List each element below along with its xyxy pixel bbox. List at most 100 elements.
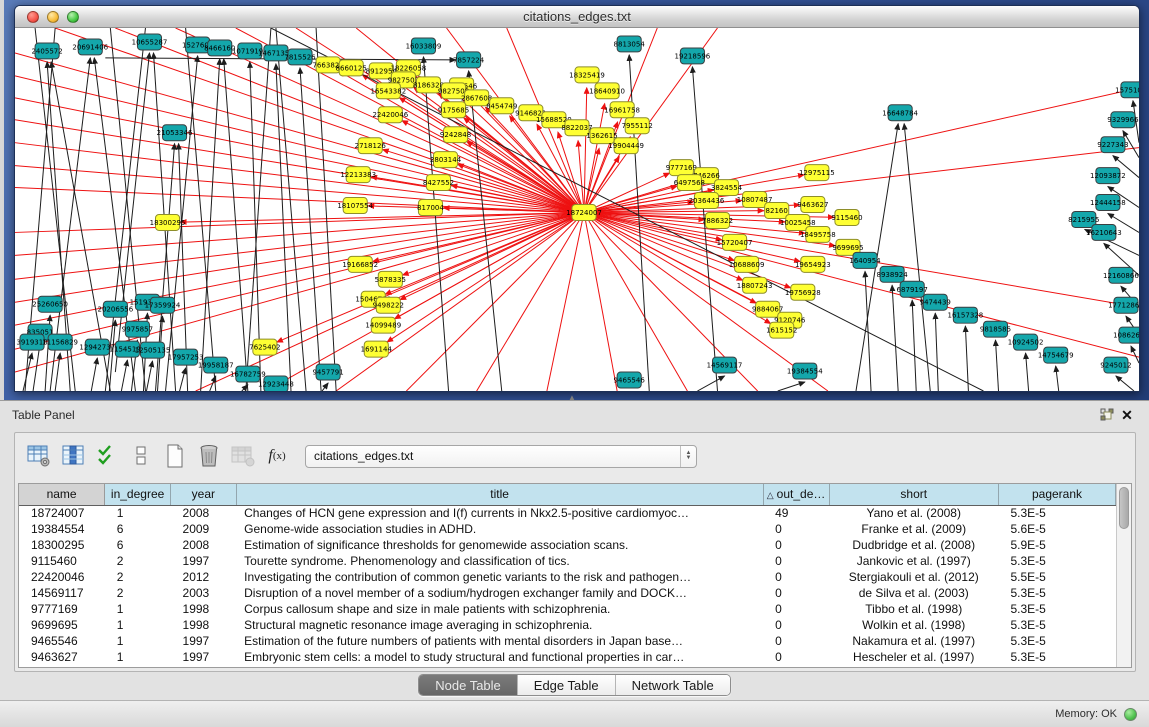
table-scrollbar[interactable] (1116, 484, 1131, 667)
cell-title[interactable]: Embryonic stem cells: a model to study s… (236, 649, 763, 665)
select-columns-icon[interactable] (59, 442, 87, 470)
cell-out_degree[interactable]: 0 (763, 649, 829, 665)
network-node[interactable]: 817004 (417, 200, 444, 216)
network-node[interactable]: 21053346 (157, 125, 193, 141)
cell-year[interactable]: 2008 (171, 537, 237, 553)
network-node[interactable]: 6497568 (674, 175, 705, 191)
cell-title[interactable]: Tourette syndrome. Phenomenology and cla… (236, 553, 763, 569)
cell-year[interactable]: 2009 (171, 521, 237, 537)
cell-out_degree[interactable]: 0 (763, 585, 829, 601)
network-node[interactable]: 18300295 (150, 214, 186, 230)
table-row[interactable]: 911546021997Tourette syndrome. Phenomeno… (19, 553, 1116, 569)
table-row[interactable]: 1456911722003Disruption of a novel membe… (19, 585, 1116, 601)
cell-short[interactable]: Hescheler et al. (1997) (829, 649, 998, 665)
network-node[interactable]: 19654923 (795, 256, 831, 272)
table-row[interactable]: 1938455462009Genome-wide association stu… (19, 521, 1116, 537)
network-node[interactable]: 14569117 (707, 357, 743, 373)
table-row[interactable]: 946554611997Estimation of the future num… (19, 633, 1116, 649)
cell-in_degree[interactable]: 6 (105, 521, 171, 537)
table-selector[interactable]: citations_edges.txt ▲▼ (305, 445, 697, 468)
cell-out_degree[interactable]: 0 (763, 633, 829, 649)
cell-pagerank[interactable]: 5.3E-5 (998, 553, 1115, 569)
tab-edge-table[interactable]: Edge Table (518, 675, 616, 695)
cell-name[interactable]: 14569117 (19, 585, 105, 601)
network-node[interactable]: 9474439 (920, 294, 951, 310)
network-node[interactable]: 16648784 (882, 105, 918, 121)
network-node[interactable]: 82160 (765, 203, 789, 219)
cell-title[interactable]: Genome-wide association studies in ADHD. (236, 521, 763, 537)
network-node[interactable]: 9457791 (312, 364, 343, 380)
network-node[interactable]: 10862688 (1113, 327, 1139, 343)
cell-pagerank[interactable]: 5.3E-5 (998, 649, 1115, 665)
cell-year[interactable]: 1997 (171, 553, 237, 569)
cell-title[interactable]: Corpus callosum shape and size in male p… (236, 601, 763, 617)
cell-pagerank[interactable]: 5.3E-5 (998, 633, 1115, 649)
cell-name[interactable]: 9465546 (19, 633, 105, 649)
float-panel-icon[interactable] (1097, 406, 1117, 424)
cell-title[interactable]: Disruption of a novel member of a sodium… (236, 585, 763, 601)
table-row[interactable]: 977716911998Corpus callosum shape and si… (19, 601, 1116, 617)
network-canvas[interactable]: 1872400718300295766382286601258912954182… (15, 28, 1139, 391)
cell-name[interactable]: 9463627 (19, 649, 105, 665)
network-node[interactable]: 14754679 (1038, 347, 1074, 363)
cell-year[interactable]: 1998 (171, 617, 237, 633)
network-node[interactable]: 9175685 (438, 102, 469, 118)
network-node[interactable]: 7625402 (249, 339, 280, 355)
cell-short[interactable]: de Silva et al. (2003) (829, 585, 998, 601)
network-node[interactable]: 9242848 (440, 127, 471, 143)
network-node[interactable]: 12505135 (135, 342, 171, 358)
network-node[interactable]: 10688609 (729, 256, 765, 272)
tab-network-table[interactable]: Network Table (616, 675, 730, 695)
cell-pagerank[interactable]: 5.3E-5 (998, 585, 1115, 601)
cell-year[interactable]: 1997 (171, 649, 237, 665)
network-node[interactable]: 9227343 (1097, 137, 1128, 153)
network-node[interactable]: 12160866 (1103, 267, 1139, 283)
cell-short[interactable]: Tibbo et al. (1998) (829, 601, 998, 617)
network-node[interactable]: 19756928 (785, 284, 821, 300)
cell-year[interactable]: 1998 (171, 601, 237, 617)
network-node[interactable]: 12975115 (799, 165, 835, 181)
column-header-name[interactable]: name (19, 484, 105, 505)
cell-year[interactable]: 2003 (171, 585, 237, 601)
network-node[interactable]: 7886322 (702, 212, 733, 228)
cell-in_degree[interactable]: 1 (105, 601, 171, 617)
network-node[interactable]: 1640954 (849, 252, 881, 268)
cell-short[interactable]: Nakamura et al. (1997) (829, 633, 998, 649)
network-node[interactable]: 18325419 (569, 67, 605, 83)
cell-pagerank[interactable]: 5.9E-5 (998, 537, 1115, 553)
tab-node-table[interactable]: Node Table (419, 675, 518, 695)
network-node[interactable]: 9115460 (831, 210, 862, 226)
cell-title[interactable]: Changes of HCN gene expression and I(f) … (236, 505, 763, 521)
table-row[interactable]: 969969511998Structural magnetic resonanc… (19, 617, 1116, 633)
cell-title[interactable]: Investigating the contribution of common… (236, 569, 763, 585)
cell-out_degree[interactable]: 49 (763, 505, 829, 521)
panel-resize-grip[interactable]: ▲ (568, 393, 576, 402)
network-node[interactable]: 9245012 (1100, 357, 1131, 373)
network-node[interactable]: 8427552 (423, 175, 454, 191)
network-node[interactable]: 15751074 (1115, 82, 1139, 98)
network-node[interactable]: 20691406 (72, 39, 108, 55)
cell-title[interactable]: Estimation of significance thresholds fo… (236, 537, 763, 553)
network-node[interactable]: 19166852 (342, 256, 378, 272)
new-document-icon[interactable] (161, 442, 189, 470)
cell-pagerank[interactable]: 5.5E-5 (998, 569, 1115, 585)
cell-name[interactable]: 22420046 (19, 569, 105, 585)
table-row[interactable]: 1872400712008Changes of HCN gene express… (19, 505, 1116, 521)
network-node[interactable]: 2803144 (430, 152, 462, 168)
cell-in_degree[interactable]: 1 (105, 617, 171, 633)
network-node[interactable]: 8660125 (336, 60, 367, 76)
network-node[interactable]: 7955112 (622, 118, 653, 134)
cell-out_degree[interactable]: 0 (763, 553, 829, 569)
network-node[interactable]: 22420046 (372, 107, 408, 123)
table-options-icon[interactable] (25, 442, 53, 470)
network-node[interactable]: 18640910 (589, 83, 625, 99)
cell-name[interactable]: 18724007 (19, 505, 105, 521)
cell-out_degree[interactable]: 0 (763, 521, 829, 537)
network-node[interactable]: 19384554 (787, 363, 823, 379)
cell-short[interactable]: Wolkin et al. (1998) (829, 617, 998, 633)
column-header-short[interactable]: short (829, 484, 998, 505)
network-node[interactable]: 10924502 (1008, 334, 1044, 350)
network-node[interactable]: 9498222 (373, 297, 404, 313)
table-row[interactable]: 1830029562008Estimation of significance … (19, 537, 1116, 553)
network-node[interactable]: 12093872 (1090, 168, 1126, 184)
